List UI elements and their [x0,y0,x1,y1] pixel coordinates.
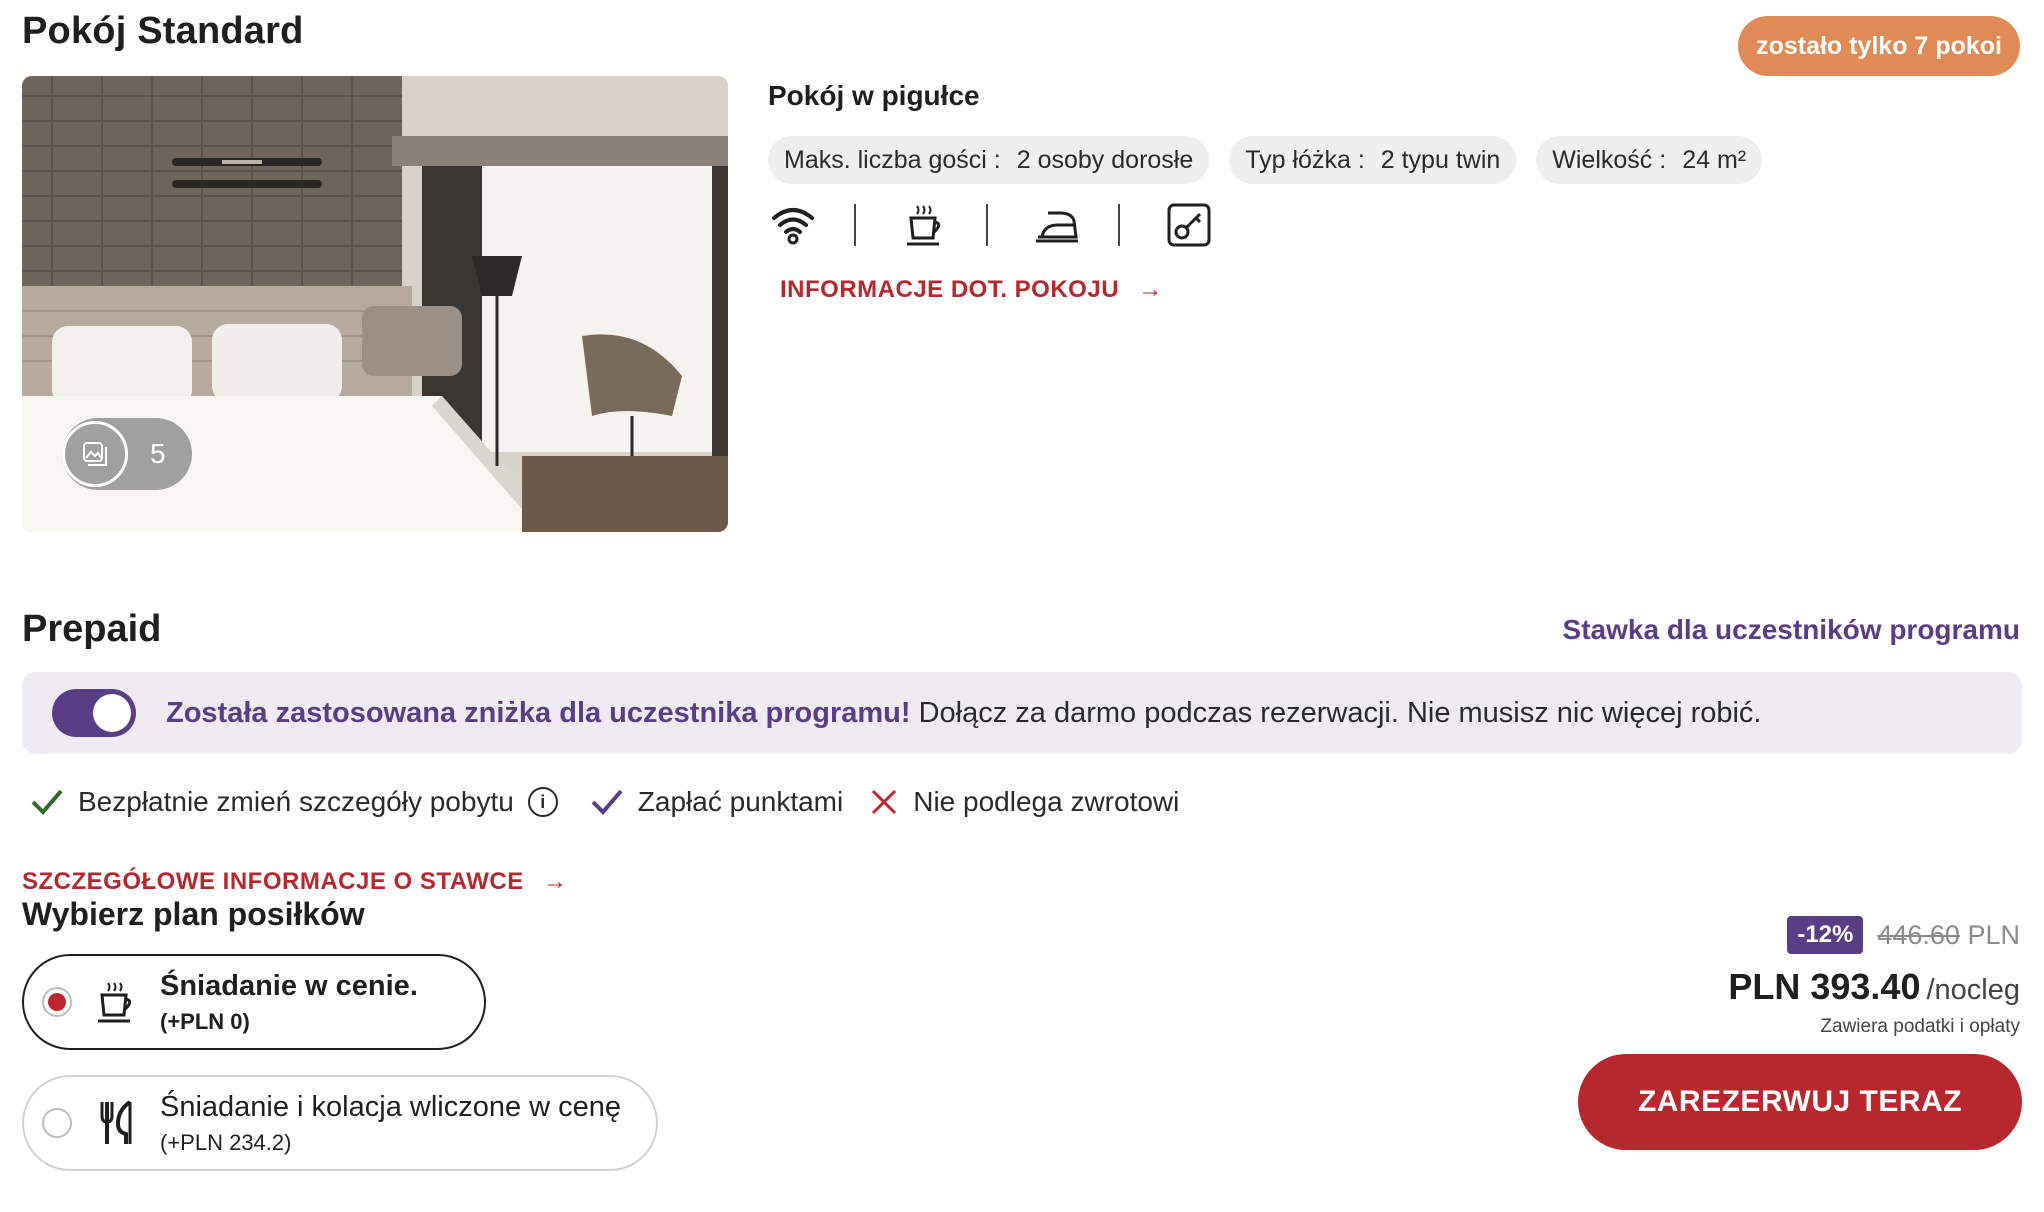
arrow-right-icon: → [1138,276,1163,303]
key-card-icon [1164,200,1214,250]
rooms-left-badge: zostało tylko 7 pokoi [1738,16,2020,76]
feature-free-change: Bezpłatnie zmień szczegóły pobytu i [30,786,558,818]
rate-features: Bezpłatnie zmień szczegóły pobytu i Zapł… [30,786,1179,818]
check-icon [591,789,623,815]
chip-bed-type: Typ łóżka : 2 typu twin [1229,136,1517,184]
info-icon[interactable]: i [527,787,558,817]
amenity-divider [854,204,856,246]
current-price-value: PLN 393.40 [1728,966,1921,1007]
current-price: PLN 393.40/nocleg [1728,966,2020,1008]
check-icon [31,789,63,815]
toggle-knob [93,694,131,732]
room-facts: Maks. liczba gości : 2 osoby dorosłe Typ… [768,136,1763,184]
feature-label: Bezpłatnie zmień szczegóły pobytu [78,786,514,817]
feature-non-refundable: Nie podlega zwrotowi [869,786,1179,818]
member-discount-banner: Została zastosowana zniżka dla uczestnik… [22,672,2022,754]
per-night: /nocleg [1926,974,2020,1006]
discount-badge: -12% [1787,916,1864,954]
old-price-value: 446.60 [1877,919,1960,950]
member-discount-toggle[interactable] [52,689,136,737]
chip-label: Maks. liczba gości : [784,145,1001,174]
member-discount-text: Została zastosowana zniżka dla uczestnik… [166,697,1762,730]
amenities-row [768,200,1214,250]
book-now-button[interactable]: ZAREZERWUJ TERAZ [1578,1054,2022,1150]
chip-value: 2 typu twin [1380,145,1501,174]
chip-max-guests: Maks. liczba gości : 2 osoby dorosłe [768,136,1210,184]
cutlery-icon [94,1095,138,1151]
chip-value: 24 m² [1682,145,1747,174]
meal-price: (+PLN 0) [160,1008,250,1034]
taxes-note: Zawiera podatki i opłaty [1820,1016,2020,1037]
feature-label: Nie podlega zwrotowi [913,786,1180,817]
room-title: Pokój Standard [22,10,304,52]
coffee-icon [900,200,950,250]
meal-name: Śniadanie i kolacja wliczone w cenę [160,1090,622,1123]
coffee-icon [94,974,138,1030]
meal-price: (+PLN 234.2) [160,1129,292,1155]
chip-value: 2 osoby dorosłe [1016,145,1194,174]
rate-title: Prepaid [22,608,162,650]
gallery-button[interactable]: 5 [62,418,192,490]
feature-pay-points: Zapłać punktami [590,786,843,818]
arrow-right-icon: → [542,868,568,895]
old-price-currency: PLN [1967,919,2020,950]
meal-name: Śniadanie w cenie. [160,969,418,1002]
old-price: 446.60 PLN [1877,920,2020,951]
gallery-icon [62,421,128,487]
room-info-link[interactable]: INFORMACJE DOT. POKOJU → [780,276,1163,304]
chip-label: Typ łóżka : [1245,145,1365,174]
meal-plan-title: Wybierz plan posiłków [22,896,365,932]
amenity-divider [1118,204,1120,246]
room-info-link-label: INFORMACJE DOT. POKOJU [780,276,1120,303]
meal-option-breakfast-dinner[interactable]: Śniadanie i kolacja wliczone w cenę (+PL… [22,1075,658,1171]
price-block: -12% 446.60 PLN PLN 393.40/nocleg Zawier… [1728,916,2020,1038]
meal-option-text: Śniadanie i kolacja wliczone w cenę (+PL… [160,1091,621,1156]
member-rate-label: Stawka dla uczestników programu [1562,614,2020,645]
meal-radio[interactable] [42,1108,72,1138]
meal-option-breakfast[interactable]: Śniadanie w cenie. (+PLN 0) [22,954,486,1050]
meal-radio-selected[interactable] [42,987,72,1017]
gallery-count: 5 [150,438,166,469]
member-discount-note: Dołącz za darmo podczas rezerwacji. Nie … [910,696,1762,729]
feature-label: Zapłać punktami [637,786,844,817]
cross-icon [872,789,897,815]
room-summary-title: Pokój w pigułce [768,80,980,111]
member-discount-bold: Została zastosowana zniżka dla uczestnik… [166,696,911,729]
rate-details-link[interactable]: SZCZEGÓŁOWE INFORMACJE O STAWCE → [22,868,567,896]
meal-option-text: Śniadanie w cenie. (+PLN 0) [160,970,418,1035]
discount-row: -12% 446.60 PLN [1728,916,2020,954]
amenity-divider [986,204,988,246]
iron-icon [1032,200,1082,250]
wifi-icon [768,200,818,250]
rate-details-link-label: SZCZEGÓŁOWE INFORMACJE O STAWCE [22,868,524,895]
chip-room-size: Wielkość : 24 m² [1536,136,1763,184]
chip-label: Wielkość : [1552,145,1667,174]
